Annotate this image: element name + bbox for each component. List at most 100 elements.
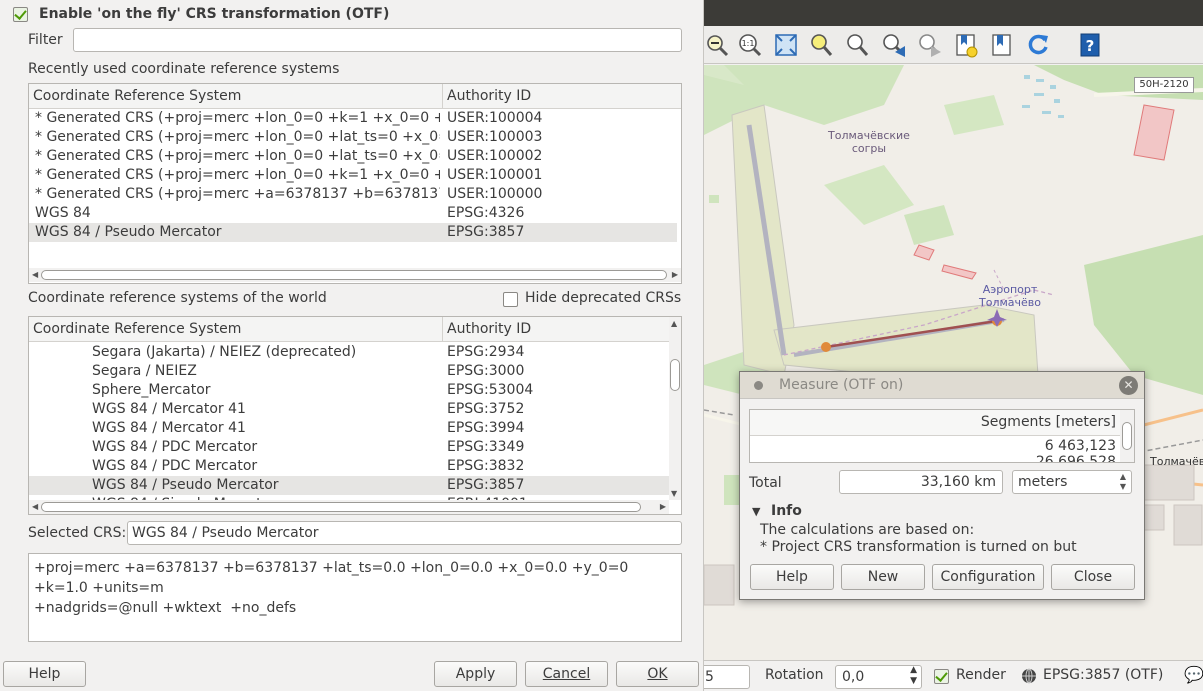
table-row[interactable]: WGS 84 EPSG:4326 — [29, 204, 677, 223]
crs-name-cell: WGS 84 — [35, 205, 91, 221]
authority-id-cell: USER:100004 — [447, 110, 543, 126]
authority-id-cell: EPSG:3752 — [447, 401, 525, 417]
segments-table: Segments [meters] 6 463,123 26 696,528 — [749, 409, 1135, 463]
authority-id-cell: EPSG:53004 — [447, 382, 534, 398]
cancel-button[interactable]: Cancel — [525, 661, 608, 687]
status-bar: 5 Rotation 0,0 ▲ ▼ Render EPSG:3857 (OTF)… — [698, 660, 1203, 691]
zoom-next-icon[interactable] — [917, 32, 943, 58]
close-icon[interactable]: ✕ — [1119, 376, 1138, 395]
render-checkbox[interactable] — [934, 669, 949, 684]
crs-name-cell: WGS 84 / Mercator 41 — [92, 420, 246, 436]
rotation-field[interactable]: 0,0 ▲ ▼ — [835, 665, 922, 689]
proj-definition-box[interactable]: +proj=merc +a=6378137 +b=6378137 +lat_ts… — [28, 553, 682, 642]
zoom-native-icon[interactable]: 1:1 — [737, 32, 763, 58]
recent-crs-label: Recently used coordinate reference syste… — [28, 61, 340, 77]
scrollbar-thumb[interactable] — [41, 502, 641, 512]
ok-button[interactable]: OK — [616, 661, 699, 687]
table-row[interactable]: * Generated CRS (+proj=merc +lon_0=0 +k=… — [29, 109, 677, 128]
world-horizontal-scrollbar[interactable]: ◀ ▶ — [29, 500, 669, 514]
scrollbar-thumb[interactable] — [1122, 422, 1132, 450]
help-contents-icon[interactable]: ? — [1077, 32, 1103, 58]
segments-header: Segments [meters] — [750, 410, 1134, 436]
segments-scrollbar[interactable] — [1120, 410, 1134, 462]
table-row[interactable]: WGS 84 / Mercator 41 EPSG:3994 — [29, 419, 677, 438]
table-row[interactable]: * Generated CRS (+proj=merc +lon_0=0 +la… — [29, 128, 677, 147]
authority-id-cell: EPSG:3857 — [447, 477, 525, 493]
recent-crs-table: Coordinate Reference System Authority ID… — [28, 83, 682, 284]
crs-name-cell: * Generated CRS (+proj=merc +lon_0=0 +k=… — [35, 167, 440, 183]
hide-deprecated-label[interactable]: Hide deprecated CRSs — [525, 290, 681, 306]
scroll-left-icon[interactable]: ◀ — [32, 502, 38, 511]
new-bookmark-icon[interactable] — [953, 32, 979, 58]
table-row[interactable]: Segara / NEIEZ EPSG:3000 — [29, 362, 677, 381]
selected-crs-field[interactable]: WGS 84 / Pseudo Mercator — [127, 521, 682, 545]
scroll-up-icon[interactable]: ▲ — [671, 319, 677, 328]
table-row[interactable]: * Generated CRS (+proj=merc +a=6378137 +… — [29, 185, 677, 204]
authority-id-cell: EPSG:2934 — [447, 344, 525, 360]
map-toolbar: 1:1 ? — [704, 26, 1203, 64]
table-row[interactable]: WGS 84 / Pseudo Mercator EPSG:3857 — [29, 476, 677, 495]
measure-configuration-button[interactable]: Configuration — [932, 564, 1044, 590]
info-header[interactable]: Info — [771, 503, 802, 519]
zoom-to-selection-icon[interactable] — [808, 32, 834, 58]
units-value: meters — [1018, 474, 1068, 490]
authority-id-cell: EPSG:3349 — [447, 439, 525, 455]
apply-button[interactable]: Apply — [434, 661, 517, 687]
crs-name-cell: WGS 84 / PDC Mercator — [92, 439, 258, 455]
measure-new-button[interactable]: New — [841, 564, 925, 590]
scroll-down-icon[interactable]: ▼ — [671, 489, 677, 498]
measure-help-button[interactable]: Help — [750, 564, 834, 590]
scrollbar-thumb[interactable] — [41, 270, 667, 280]
info-text-line1: The calculations are based on: — [760, 522, 975, 538]
help-button[interactable]: Help — [3, 661, 86, 687]
filter-input[interactable] — [73, 28, 682, 52]
svg-text:1:1: 1:1 — [742, 39, 755, 48]
hide-deprecated-checkbox[interactable] — [503, 292, 518, 307]
table-row[interactable]: Sphere_Mercator EPSG:53004 — [29, 381, 677, 400]
collapse-triangle-icon[interactable]: ▼ — [752, 505, 760, 518]
scroll-left-icon[interactable]: ◀ — [32, 270, 38, 279]
refresh-icon[interactable] — [1025, 32, 1051, 58]
measure-title: Measure (OTF on) — [779, 377, 904, 393]
table-row[interactable]: WGS 84 / Mercator 41 EPSG:3752 — [29, 400, 677, 419]
table-row[interactable]: WGS 84 / PDC Mercator EPSG:3349 — [29, 438, 677, 457]
column-header-authority[interactable]: Authority ID — [443, 84, 681, 109]
authority-id-cell: USER:100003 — [447, 129, 543, 145]
table-row[interactable]: WGS 84 / Pseudo Mercator EPSG:3857 — [29, 223, 677, 242]
globe-icon[interactable] — [1021, 668, 1037, 684]
zoom-out-icon[interactable] — [704, 32, 730, 58]
column-header-crs[interactable]: Coordinate Reference System — [29, 317, 443, 342]
crs-name-cell: * Generated CRS (+proj=merc +lon_0=0 +la… — [35, 129, 440, 145]
table-row[interactable]: * Generated CRS (+proj=merc +lon_0=0 +k=… — [29, 166, 677, 185]
scroll-right-icon[interactable]: ▶ — [672, 270, 678, 279]
segment-row[interactable]: 26 696,528 — [750, 452, 1134, 462]
otf-checkbox[interactable] — [13, 7, 28, 22]
column-header-crs[interactable]: Coordinate Reference System — [29, 84, 443, 109]
total-field[interactable]: 33,160 km — [839, 470, 1003, 494]
cancel-button-label: Cancel — [542, 666, 591, 682]
crs-name-cell: * Generated CRS (+proj=merc +lon_0=0 +la… — [35, 148, 440, 164]
world-vertical-scrollbar[interactable]: ▲ ▼ — [669, 317, 681, 500]
zoom-last-icon[interactable] — [881, 32, 907, 58]
scrollbar-thumb[interactable] — [670, 359, 680, 391]
spin-arrows-icon[interactable]: ▲ ▼ — [910, 665, 917, 687]
recent-horizontal-scrollbar[interactable]: ◀ ▶ — [29, 268, 681, 282]
table-row[interactable]: * Generated CRS (+proj=merc +lon_0=0 +la… — [29, 147, 677, 166]
crs-name-cell: Segara / NEIEZ — [92, 363, 197, 379]
scale-field[interactable]: 5 — [698, 665, 750, 689]
info-text-line2: * Project CRS transformation is turned o… — [760, 539, 1077, 555]
messages-icon[interactable]: 💬 — [1184, 665, 1203, 684]
zoom-full-icon[interactable] — [773, 32, 799, 58]
scroll-right-icon[interactable]: ▶ — [660, 502, 666, 511]
column-header-authority[interactable]: Authority ID — [443, 317, 669, 342]
show-bookmarks-icon[interactable] — [989, 32, 1015, 58]
measure-close-button[interactable]: Close — [1051, 564, 1135, 590]
otf-checkbox-label[interactable]: Enable 'on the fly' CRS transformation (… — [39, 6, 389, 22]
zoom-to-layer-icon[interactable] — [844, 32, 870, 58]
table-row[interactable]: Segara (Jakarta) / NEIEZ (deprecated) EPS… — [29, 343, 677, 362]
proj-definition-line1: +proj=merc +a=6378137 +b=6378137 +lat_ts… — [34, 560, 633, 596]
window-menu-icon[interactable] — [754, 381, 763, 390]
crs-status-label[interactable]: EPSG:3857 (OTF) — [1043, 667, 1163, 683]
table-row[interactable]: WGS 84 / PDC Mercator EPSG:3832 — [29, 457, 677, 476]
units-select[interactable]: meters ▲ ▼ — [1012, 470, 1132, 494]
